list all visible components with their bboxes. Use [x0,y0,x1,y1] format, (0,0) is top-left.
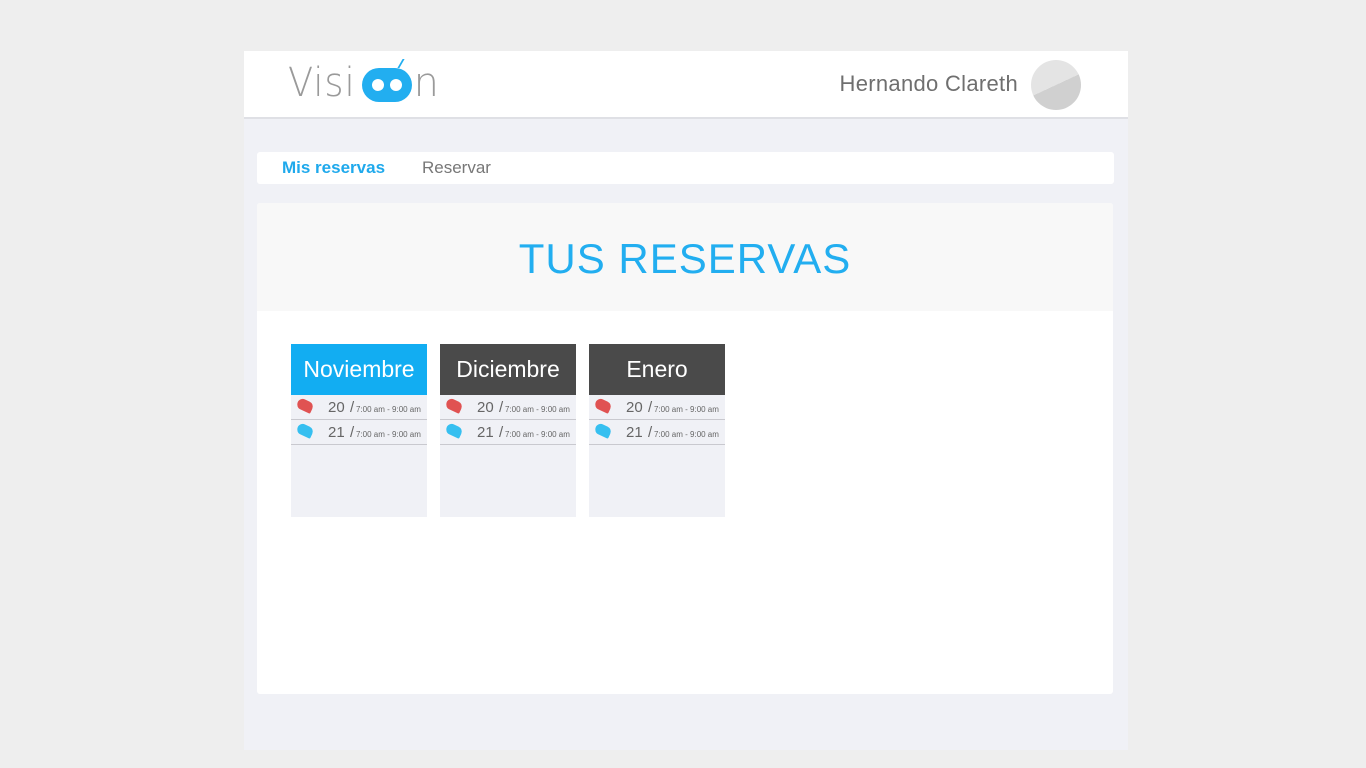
blue-half-circle-icon [593,422,613,439]
reservation-day: 20 [477,399,494,416]
reservation-time: 7:00 am - 9:00 am [505,430,570,439]
tab-bar: Mis reservas Reservar [257,152,1114,184]
reservation-row[interactable]: 21 / 7:00 am - 9:00 am [440,420,576,445]
app-window: Visi n Hernando Clareth Mis reservas Res… [244,51,1128,750]
reservation-row[interactable]: 20 / 7:00 am - 9:00 am [440,395,576,420]
blue-half-circle-icon [444,422,464,439]
month-header[interactable]: Diciembre [440,344,576,395]
month-header[interactable]: Noviembre [291,344,427,395]
reservation-separator: / [648,424,653,441]
tab-mis-reservas[interactable]: Mis reservas [282,158,385,178]
page-title: TUS RESERVAS [518,235,852,282]
reservation-time: 7:00 am - 9:00 am [654,430,719,439]
reservation-row[interactable]: 21 / 7:00 am - 9:00 am [589,420,725,445]
red-half-circle-icon [593,397,613,414]
logo-text-left: Visi [288,60,356,106]
red-half-circle-icon [295,397,315,414]
reservation-separator: / [499,399,504,416]
red-half-circle-icon [444,397,464,414]
user-name[interactable]: Hernando Clareth [840,71,1018,97]
reservation-separator: / [499,424,504,441]
month-card-enero[interactable]: Enero 20 / 7:00 am - 9:00 am 21 / 7:00 a… [589,344,725,517]
user-avatar[interactable] [1031,60,1081,110]
reservation-day: 21 [328,424,345,441]
reservation-row[interactable]: 20 / 7:00 am - 9:00 am [291,395,427,420]
month-card-diciembre[interactable]: Diciembre 20 / 7:00 am - 9:00 am 21 / 7:… [440,344,576,517]
panel-header: TUS RESERVAS [257,203,1113,311]
logo-eyes-icon [361,59,412,102]
month-card-noviembre[interactable]: Noviembre 20 / 7:00 am - 9:00 am 21 / 7:… [291,344,427,517]
reservation-separator: / [648,399,653,416]
reservation-row[interactable]: 21 / 7:00 am - 9:00 am [291,420,427,445]
tab-reservar[interactable]: Reservar [422,158,491,178]
reservation-day: 20 [626,399,643,416]
reservation-day: 21 [477,424,494,441]
reservation-separator: / [350,399,355,416]
reservation-row[interactable]: 20 / 7:00 am - 9:00 am [589,395,725,420]
top-header: Visi n Hernando Clareth [244,51,1128,119]
reservation-time: 7:00 am - 9:00 am [356,405,421,414]
month-header[interactable]: Enero [589,344,725,395]
logo-text-right: n [413,60,439,106]
reservations-panel: TUS RESERVAS Noviembre 20 / 7:00 am - 9:… [257,203,1113,694]
reservation-day: 20 [328,399,345,416]
reservation-time: 7:00 am - 9:00 am [654,405,719,414]
blue-half-circle-icon [295,422,315,439]
reservation-time: 7:00 am - 9:00 am [505,405,570,414]
reservation-day: 21 [626,424,643,441]
reservation-time: 7:00 am - 9:00 am [356,430,421,439]
vision-logo[interactable]: Visi n [288,59,439,106]
reservation-separator: / [350,424,355,441]
